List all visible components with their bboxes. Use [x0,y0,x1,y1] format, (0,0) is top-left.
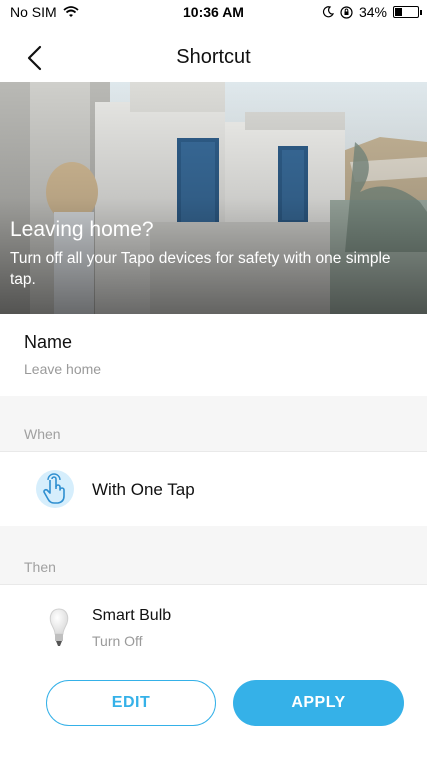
tap-icon-bg [36,470,74,508]
orientation-lock-icon [340,5,353,19]
hero-banner: Leaving home? Turn off all your Tapo dev… [0,82,427,314]
edit-button[interactable]: EDIT [46,680,216,726]
when-trigger-row[interactable]: With One Tap [0,452,427,526]
page-title: Shortcut [176,46,251,68]
when-header-label: When [24,426,61,442]
name-value: Leave home [24,361,102,377]
when-trigger-label: With One Tap [92,480,195,499]
apply-button[interactable]: APPLY [233,680,404,726]
device-name: Smart Bulb [92,607,172,624]
then-action-row[interactable]: Smart Bulb Turn Off [0,585,427,665]
bulb-icon [49,608,69,646]
moon-icon [322,6,334,18]
section-divider-2 [0,526,427,545]
section-divider [0,396,427,412]
status-right: 34% [322,4,422,20]
hero-title: Leaving home? [10,218,154,241]
device-action: Turn Off [92,633,143,649]
when-header: When [0,412,427,452]
name-label: Name [24,332,73,352]
battery-icon [393,6,422,18]
nav-bar: Shortcut [0,36,427,80]
status-bar: No SIM 10:36 AM 34% [0,0,427,24]
hand-tap-icon [43,473,65,504]
then-header: Then [0,545,427,585]
battery-percent: 34% [358,4,387,20]
battery-fill [395,8,402,16]
hero-subtitle: Turn off all your Tapo devices for safet… [10,250,391,288]
then-header-label: Then [24,559,56,575]
name-section[interactable]: Name Leave home [0,314,427,396]
